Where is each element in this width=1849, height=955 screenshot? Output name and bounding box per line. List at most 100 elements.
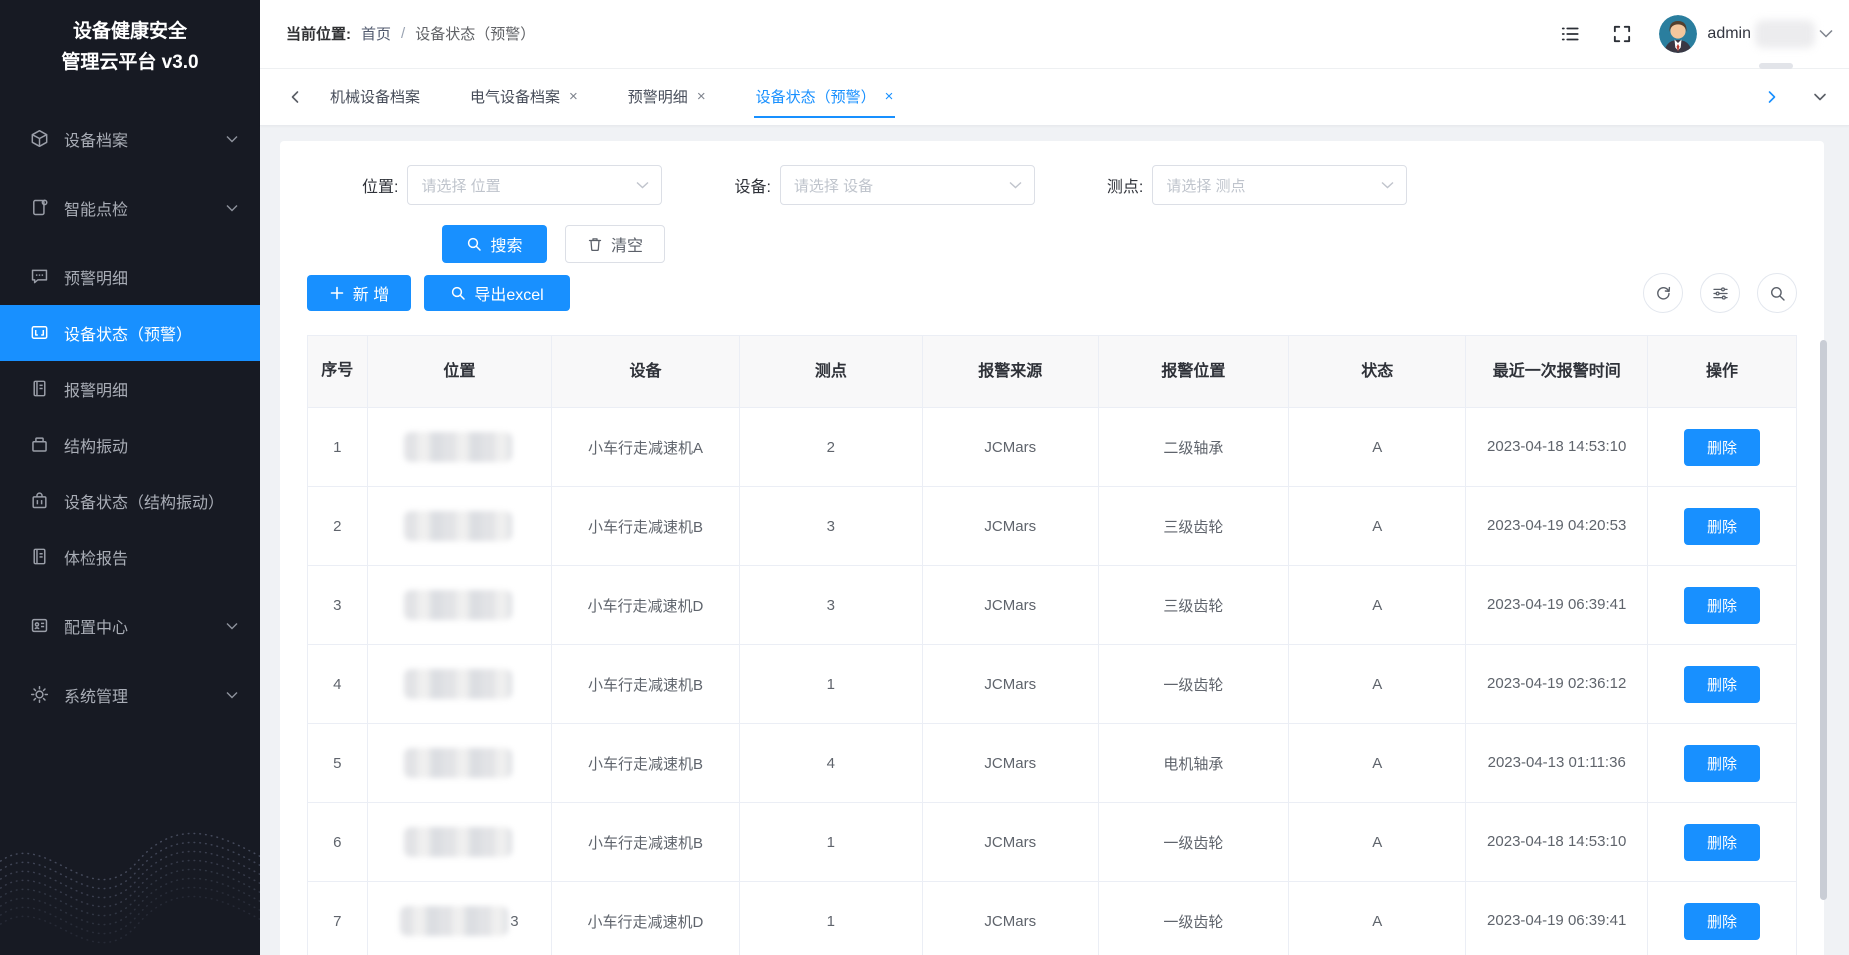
close-icon[interactable]: × (885, 89, 894, 104)
tab-warning-detail[interactable]: 预警明细 × (626, 76, 708, 118)
wave-decoration (0, 745, 260, 955)
cell-operation: 删除 (1648, 408, 1797, 487)
app-title-line1: 设备健康安全 (10, 16, 250, 47)
sidebar-item-system-management[interactable]: 系统管理 (0, 667, 260, 723)
delete-button[interactable]: 删除 (1684, 587, 1760, 624)
delete-button[interactable]: 删除 (1684, 429, 1760, 466)
sidebar-item-equipment-archive[interactable]: 设备档案 (0, 111, 260, 167)
sidebar-item-structural-vibration[interactable]: 结构振动 (0, 417, 260, 473)
header-alarm-position: 报警位置 (1098, 336, 1289, 408)
filter-device: 设备: 请选择 设备 (734, 165, 1034, 205)
sidebar-item-label: 设备状态（结构振动） (64, 489, 238, 513)
tab-electrical-archive[interactable]: 电气设备档案 × (468, 76, 580, 118)
cell-alarm-source: JCMars (922, 882, 1098, 955)
export-excel-button[interactable]: 导出excel (424, 275, 570, 311)
username[interactable]: admin (1707, 25, 1751, 43)
app-root: 设备健康安全 管理云平台 v3.0 设备档案 智能点检 预警明细 设备状态（预警… (0, 0, 1849, 955)
sidebar-item-alarm-detail[interactable]: 报警明细 (0, 361, 260, 417)
avatar[interactable] (1659, 15, 1697, 53)
sidebar-item-health-report[interactable]: 体检报告 (0, 529, 260, 585)
cell-operation: 删除 (1648, 803, 1797, 882)
time-text: 2023-04-19 06:39:41 (1484, 906, 1630, 936)
cell-alarm-position: 一级齿轮 (1098, 645, 1289, 724)
cell-last-alarm-time: 2023-04-19 06:39:41 (1466, 882, 1648, 955)
redacted-location (404, 669, 512, 699)
cell-alarm-position: 二级轴承 (1098, 408, 1289, 487)
sidebar-item-label: 系统管理 (64, 683, 226, 707)
cell-device: 小车行走减速机D (552, 882, 740, 955)
table-row: 2 小车行走减速机B 3 JCMars 三级齿轮 A 2023-04-19 04… (308, 487, 1797, 566)
cube-icon (30, 129, 49, 148)
sidebar-item-equipment-status-warning[interactable]: 设备状态（预警） (0, 305, 260, 361)
sidebar-item-smart-inspection[interactable]: 智能点检 (0, 180, 260, 236)
sidebar-item-warning-detail[interactable]: 预警明细 (0, 249, 260, 305)
point-select[interactable]: 请选择 测点 (1152, 165, 1407, 205)
close-icon[interactable]: × (569, 89, 578, 104)
cell-alarm-position: 电机轴承 (1098, 724, 1289, 803)
header-operation: 操作 (1648, 336, 1797, 408)
sidebar-item-label: 设备状态（预警） (64, 321, 238, 345)
sidebar-item-label: 智能点检 (64, 196, 226, 220)
log-list-icon[interactable] (1559, 23, 1581, 45)
delete-button[interactable]: 删除 (1684, 824, 1760, 861)
tabs-scroll-right-icon[interactable] (1765, 90, 1779, 104)
tab-equipment-status-warning[interactable]: 设备状态（预警） × (754, 76, 896, 118)
user-menu-chevron-icon[interactable] (1819, 29, 1833, 38)
topbar: 当前位置: 首页 / 设备状态（预警） (260, 0, 1849, 69)
cell-index: 4 (308, 645, 368, 724)
cell-location (367, 803, 552, 882)
sidebar-item-label: 设备档案 (64, 127, 226, 151)
cell-index: 2 (308, 487, 368, 566)
cell-point: 4 (739, 724, 922, 803)
content-area: 位置: 请选择 位置 设备: 请选择 设备 (260, 126, 1849, 955)
table-search-button[interactable] (1757, 273, 1797, 313)
filter-point: 测点: 请选择 测点 (1107, 165, 1407, 205)
cell-point: 1 (739, 803, 922, 882)
cell-device: 小车行走减速机D (552, 566, 740, 645)
cell-alarm-position: 一级齿轮 (1098, 803, 1289, 882)
device-select[interactable]: 请选择 设备 (780, 165, 1035, 205)
fullscreen-icon[interactable] (1611, 23, 1633, 45)
sidebar-item-equipment-status-vibration[interactable]: 设备状态（结构振动） (0, 473, 260, 529)
cell-status: A (1289, 803, 1466, 882)
clear-button[interactable]: 清空 (565, 225, 665, 263)
sidebar-item-config-center[interactable]: 配置中心 (0, 598, 260, 654)
close-icon[interactable]: × (697, 89, 706, 104)
delete-button[interactable]: 删除 (1684, 508, 1760, 545)
delete-button[interactable]: 删除 (1684, 745, 1760, 782)
filter-label: 位置: (362, 173, 398, 197)
cell-point: 3 (739, 566, 922, 645)
clear-button-label: 清空 (611, 232, 643, 256)
location-select[interactable]: 请选择 位置 (407, 165, 662, 205)
column-filter-button[interactable] (1700, 273, 1740, 313)
add-button-label: 新 增 (353, 281, 389, 305)
time-text: 2023-04-19 04:20:53 (1484, 511, 1630, 541)
tabs-menu-chevron-icon[interactable] (1813, 90, 1827, 104)
delete-button[interactable]: 删除 (1684, 666, 1760, 703)
cell-operation: 删除 (1648, 566, 1797, 645)
header-point: 测点 (739, 336, 922, 408)
search-icon (450, 285, 466, 301)
avatar-image (1659, 15, 1697, 53)
redacted-location (400, 906, 508, 936)
sidebar-menu: 设备档案 智能点检 预警明细 设备状态（预警） 报警明细 (0, 111, 260, 723)
cell-operation: 删除 (1648, 487, 1797, 566)
filter-label: 设备: (734, 173, 770, 197)
refresh-button[interactable] (1643, 273, 1683, 313)
delete-button[interactable]: 删除 (1684, 903, 1760, 940)
search-button[interactable]: 搜索 (442, 225, 547, 263)
filter-label: 测点: (1107, 173, 1143, 197)
tabbar-scroll-thumb[interactable] (1759, 63, 1793, 69)
tab-mechanical-archive[interactable]: 机械设备档案 (328, 76, 422, 118)
breadcrumb-current: 设备状态（预警） (415, 23, 535, 44)
add-button[interactable]: 新 增 (307, 275, 411, 311)
cell-alarm-source: JCMars (922, 566, 1098, 645)
tabs-scroll-left-icon[interactable] (288, 90, 302, 104)
cell-alarm-source: JCMars (922, 487, 1098, 566)
cell-alarm-source: JCMars (922, 724, 1098, 803)
cell-point: 3 (739, 487, 922, 566)
page-scrollbar-thumb[interactable] (1820, 340, 1827, 900)
gear-icon (30, 685, 49, 704)
breadcrumb-home-link[interactable]: 首页 (361, 23, 391, 44)
cell-device: 小车行走减速机A (552, 408, 740, 487)
